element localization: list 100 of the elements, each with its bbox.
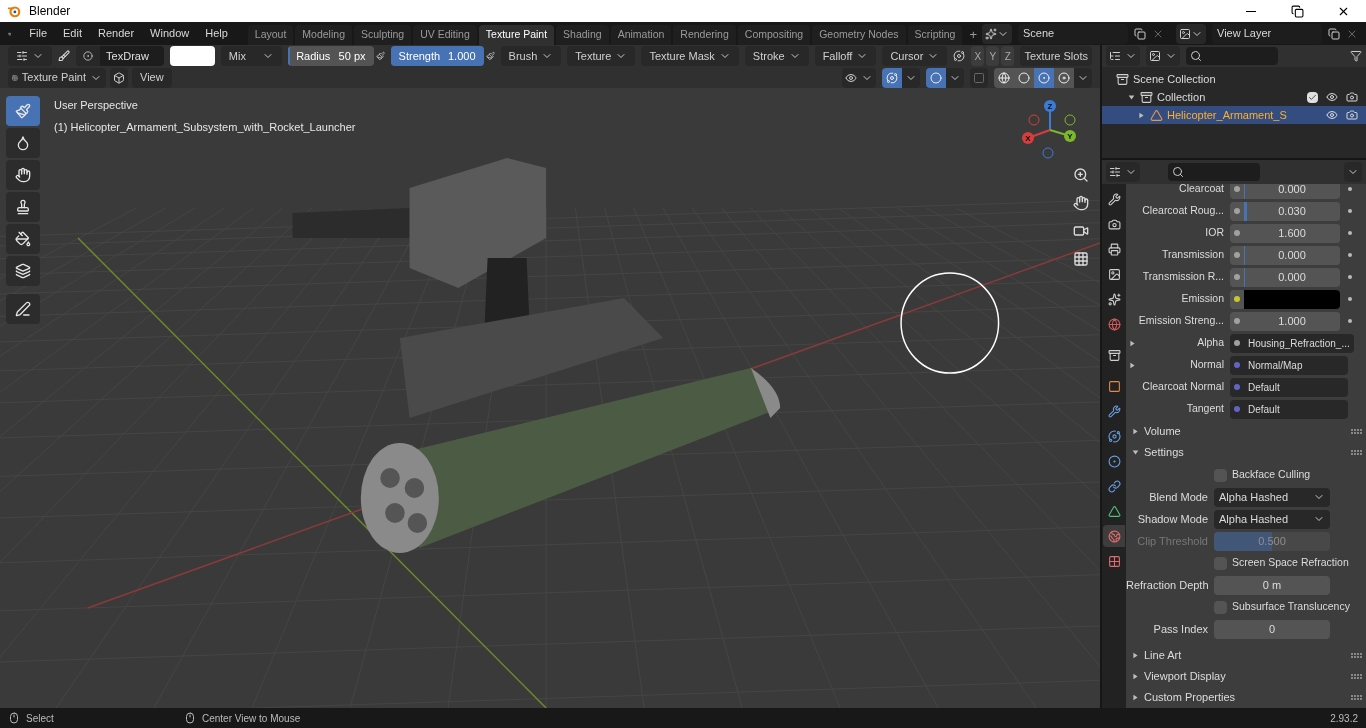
header-menu[interactable]: Brush [500,46,562,66]
camera-icon[interactable] [1346,109,1358,121]
workspace-tab[interactable]: Modeling [295,25,352,45]
brush-field[interactable]: TexDraw [76,46,164,66]
scene-field[interactable]: Scene [1018,23,1128,44]
property-field[interactable]: Housing_Refraction_... [1230,333,1354,353]
workspace-tab[interactable]: Compositing [737,25,811,45]
editor-type-button[interactable] [1106,162,1140,182]
drag-handle-icon[interactable] [1351,673,1362,679]
select-field[interactable]: Alpha Hashed [1214,487,1330,507]
collapsed-triangle-icon[interactable] [1127,338,1137,348]
menu-item[interactable]: Edit [55,23,90,44]
menu-item[interactable]: Help [197,23,236,44]
collapsed-triangle-icon[interactable] [1130,650,1140,660]
number-field[interactable]: 0 m [1214,575,1330,595]
workspace-tab[interactable]: Shading [556,25,609,45]
blend-select[interactable]: Mix [220,46,283,66]
camera-icon[interactable] [1346,91,1358,103]
view-layer-browse-button[interactable] [1176,23,1206,44]
display-mode-button[interactable] [1106,46,1140,66]
header-menu[interactable]: Texture [567,46,636,66]
workspace-tab[interactable]: Rendering [673,25,736,45]
drag-handle-icon[interactable] [1351,449,1362,455]
pressure-icon[interactable] [375,50,385,62]
filter-icon[interactable] [1350,50,1362,62]
header-menu[interactable]: Texture Mask [641,46,739,66]
outliner-row[interactable]: Collection [1102,88,1366,106]
copy-icon[interactable] [1134,27,1146,40]
color-swatch[interactable] [169,46,215,66]
shading-mode-button[interactable] [1034,67,1054,88]
workspace-tab[interactable]: UV Editing [413,25,477,45]
tool-settings-button[interactable] [8,46,52,66]
workspace-tab[interactable]: Texture Paint [478,25,555,45]
slider-field[interactable]: Radius 50 px [288,46,374,66]
archive-icon [1116,72,1129,86]
tool-button[interactable] [6,256,40,286]
view-layer-field[interactable]: View Layer [1212,23,1322,44]
header-menu[interactable]: Stroke [744,46,809,66]
select-field[interactable]: Alpha Hashed [1214,509,1330,529]
mask-toggle[interactable] [110,67,128,88]
axis-toggle[interactable]: Y [986,46,1000,66]
property-field[interactable]: Normal/Map [1230,355,1348,375]
texture-slots-button[interactable]: Texture Slots [1020,46,1092,66]
collapsed-triangle-icon[interactable] [1130,692,1140,702]
outliner-row[interactable]: Helicopter_Armament_S [1102,106,1366,124]
overlay-toggle[interactable] [926,67,946,88]
workspace-tab[interactable]: Sculpting [354,25,412,45]
copy-icon[interactable] [1328,27,1340,40]
xray-toggle[interactable] [970,67,988,88]
slider-field[interactable]: Strength 1.000 [390,46,484,66]
shading-mode-button[interactable] [1014,67,1034,88]
menu-item[interactable]: Window [142,23,198,44]
outliner-row[interactable]: Scene Collection [1102,70,1366,88]
symmetry-icon[interactable] [953,50,966,62]
property-field[interactable]: Default [1230,377,1348,397]
tool-button[interactable] [6,224,40,254]
header-menu[interactable]: Falloff [814,46,877,66]
collapsed-triangle-icon[interactable] [1130,671,1140,681]
add-workspace-button[interactable]: + [964,25,982,45]
visibility-menu[interactable] [842,67,876,88]
scene-browse-button[interactable] [982,23,1012,44]
number-field[interactable]: 0 [1214,619,1330,639]
shading-mode-button[interactable] [994,67,1014,88]
tool-button[interactable] [6,294,40,324]
axis-toggle[interactable]: X [971,46,985,66]
drag-handle-icon[interactable] [1351,428,1362,434]
mode-select[interactable]: Texture Paint [8,67,106,88]
workspace-tab[interactable]: Layout [247,25,294,45]
search-field[interactable] [1186,47,1278,65]
tool-button[interactable] [6,160,40,190]
expanded-triangle-icon[interactable] [1130,447,1140,457]
workspace-tab[interactable]: Animation [610,25,672,45]
property-field[interactable]: Default [1230,399,1348,419]
shading-mode-button[interactable] [1054,67,1074,88]
collapsed-triangle-icon[interactable] [1127,360,1137,370]
collapsed-triangle-icon[interactable] [1130,426,1140,436]
search-field[interactable] [1168,163,1260,181]
header-menu[interactable]: Cursor [882,46,948,66]
view-mode-button[interactable] [1146,46,1180,66]
eye-icon[interactable] [1326,109,1338,121]
tool-button[interactable] [6,128,40,158]
pressure-icon[interactable] [485,50,495,62]
workspace-tab[interactable]: Geometry Nodes [812,25,906,45]
options-button[interactable] [1344,162,1362,182]
tool-button[interactable] [6,192,40,222]
outliner-label: Collection [1157,89,1206,105]
menu-item[interactable]: Render [90,23,143,44]
collapsed-triangle-icon[interactable] [1136,110,1146,120]
view-menu[interactable]: View [132,67,172,88]
eye-icon[interactable] [1326,91,1338,103]
axis-gizmo[interactable]: Z X Y [1020,98,1080,160]
axis-toggle[interactable]: Z [1001,46,1015,66]
checkbox[interactable] [1307,91,1318,103]
workspace-tab[interactable]: Scripting [907,25,963,45]
expanded-triangle-icon[interactable] [1126,92,1136,102]
viewport[interactable]: User Perspective (1) Helicopter_Armament_Subsystem_with_Rocket_Launcher Z X Y [0,88,1100,708]
menu-item[interactable]: File [21,23,56,44]
drag-handle-icon[interactable] [1351,652,1362,658]
gizmo-toggle[interactable] [882,67,902,88]
drag-handle-icon[interactable] [1351,694,1362,700]
